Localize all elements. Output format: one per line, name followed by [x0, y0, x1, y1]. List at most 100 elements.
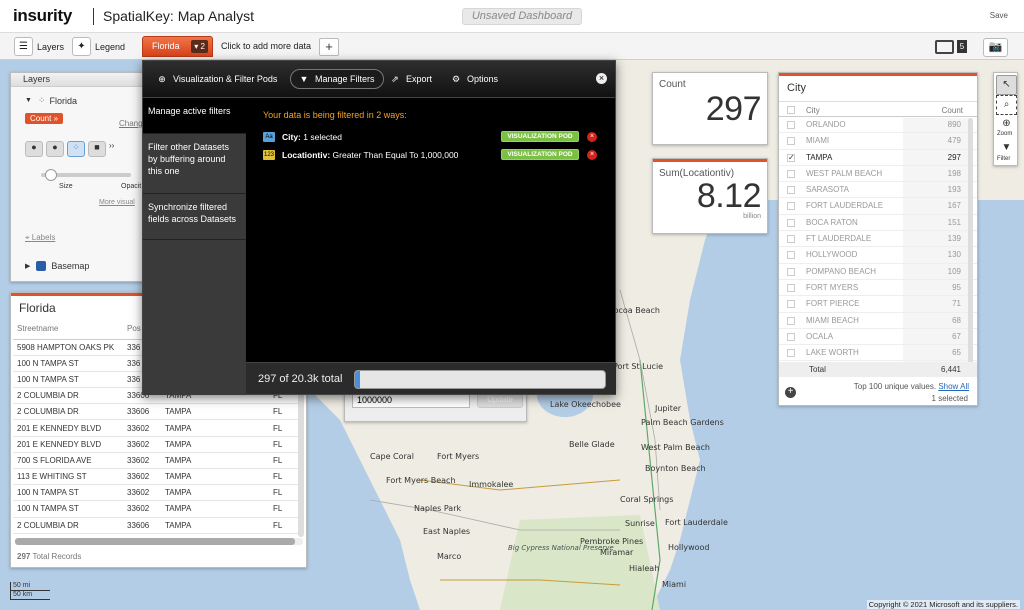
city-row[interactable]: MIAMI 479: [779, 133, 977, 150]
city-row[interactable]: FORT PIERCE 71: [779, 296, 977, 313]
visualization-pod-tag[interactable]: VISUALIZATION POD: [501, 131, 579, 142]
col-header-count[interactable]: Count: [942, 106, 963, 115]
city-row[interactable]: ORLANDO 890: [779, 117, 977, 134]
zoom-box-tool-icon[interactable]: ⌕: [996, 95, 1017, 115]
city-checkbox[interactable]: [787, 267, 795, 276]
city-checkbox[interactable]: [787, 218, 795, 227]
camera-icon[interactable]: 📷: [983, 38, 1008, 57]
nav-synchronize-fields[interactable]: Synchronize filtered fields across Datas…: [143, 194, 246, 240]
count-pod[interactable]: Count 297: [652, 72, 768, 145]
viz-type-badge[interactable]: Count »: [25, 113, 64, 124]
nav-buffer-filter[interactable]: Filter other Datasets by buffering aroun…: [143, 134, 246, 194]
city-checkbox[interactable]: [787, 235, 795, 244]
show-all-link[interactable]: Show All: [938, 382, 969, 391]
table-row[interactable]: 113 E WHITING ST 33602 TAMPA FL: [13, 468, 299, 486]
add-data-button[interactable]: +: [319, 38, 339, 56]
city-row[interactable]: LAKE WORTH 65: [779, 345, 977, 362]
city-checkbox[interactable]: [787, 186, 795, 195]
city-row[interactable]: MIAMI BEACH 68: [779, 313, 977, 329]
gear-icon: ⚙: [451, 74, 461, 84]
city-row[interactable]: OCALA 67: [779, 329, 977, 346]
city-checkbox[interactable]: [787, 121, 795, 129]
city-checkbox[interactable]: [787, 202, 795, 211]
screen-count[interactable]: 5: [957, 40, 967, 53]
tab-options[interactable]: ⚙ Options: [451, 69, 498, 89]
close-icon[interactable]: ×: [596, 73, 607, 84]
city-list-scrollbar[interactable]: [968, 118, 973, 364]
city-row[interactable]: POMPANO BEACH 109: [779, 264, 977, 280]
layer-item-florida[interactable]: ▼ ⁘ Florida: [25, 95, 77, 106]
dashboard-name-field[interactable]: Unsaved Dashboard: [462, 8, 582, 25]
city-row[interactable]: WEST PALM BEACH 198: [779, 166, 977, 183]
city-row[interactable]: BOCA RATON 151: [779, 215, 977, 232]
pointer-tool-icon[interactable]: ↖: [996, 75, 1017, 95]
city-checkbox[interactable]: [787, 137, 795, 146]
city-checkbox[interactable]: [787, 300, 795, 309]
city-checkbox[interactable]: [787, 332, 795, 341]
table-row[interactable]: 201 E KENNEDY BLVD 33602 TAMPA FL: [13, 419, 299, 437]
map-preserve-label: Big Cypress National Preserve: [508, 544, 614, 552]
table-row[interactable]: 2 COLUMBIA DR 33606 TAMPA FL: [13, 517, 299, 534]
city-row[interactable]: SARASOTA 193: [779, 182, 977, 199]
city-checkbox[interactable]: [787, 169, 795, 178]
tab-visualization-filter-pods[interactable]: ⊕ Visualization & Filter Pods: [157, 69, 277, 89]
city-row[interactable]: FORT LAUDERDALE 167: [779, 198, 977, 215]
dataset-tab-florida[interactable]: Florida ▾ 2: [142, 36, 213, 57]
table-row[interactable]: 201 E KENNEDY BLVD 33602 TAMPA FL: [13, 436, 299, 453]
city-count: 479: [947, 136, 961, 146]
cluster-icon[interactable]: ●: [46, 141, 64, 157]
city-row[interactable]: FT LAUDERDALE 139: [779, 231, 977, 248]
city-checkbox[interactable]: [787, 349, 795, 358]
table-cell: TAMPA: [161, 419, 269, 437]
more-visual-link[interactable]: More visual: [99, 199, 135, 206]
labels-link[interactable]: ⌖ Labels: [25, 233, 55, 243]
city-row[interactable]: HOLLYWOOD 130: [779, 247, 977, 264]
city-checkbox[interactable]: ✓: [787, 153, 795, 162]
sum-pod[interactable]: Sum(Locationtiv) 8.12 billion: [652, 158, 768, 234]
col-header-city[interactable]: City: [806, 106, 820, 115]
table-horizontal-scrollbar[interactable]: [15, 538, 303, 545]
add-icon[interactable]: +: [785, 387, 796, 398]
visualization-pod-tag[interactable]: VISUALIZATION POD: [501, 149, 579, 160]
city-checkbox[interactable]: [787, 283, 795, 292]
unique-values-text: Top 100 unique values.: [853, 382, 937, 391]
remove-filter-icon[interactable]: ×: [587, 132, 597, 142]
more-viz-icon[interactable]: ››: [109, 141, 114, 157]
header-divider: [93, 8, 94, 25]
grid-icon[interactable]: ■: [88, 141, 106, 157]
tab-manage-filters[interactable]: ▼ Manage Filters: [290, 69, 384, 89]
col-header-streetname[interactable]: Streetname: [13, 319, 123, 340]
city-row[interactable]: FORT MYERS 95: [779, 280, 977, 297]
city-count: 297: [947, 152, 961, 162]
layer-item-basemap[interactable]: ▶ Basemap: [25, 261, 89, 271]
heat-icon[interactable]: ●: [25, 141, 43, 157]
tab-export[interactable]: ⇗ Export: [390, 69, 432, 89]
nav-manage-active-filters[interactable]: Manage active filters: [143, 98, 246, 134]
save-button[interactable]: Save: [990, 11, 1008, 20]
city-name: LAKE WORTH: [806, 348, 859, 358]
city-checkbox[interactable]: [787, 316, 795, 325]
dots-viz-icon[interactable]: ⁘: [67, 141, 85, 157]
table-cell: 113 E WHITING ST: [13, 468, 123, 486]
map-place-label: Boynton Beach: [645, 464, 706, 473]
screen-layout-icon[interactable]: [935, 40, 954, 54]
table-row[interactable]: 2 COLUMBIA DR 33606 TAMPA FL: [13, 403, 299, 421]
layers-button[interactable]: ☰ Layers: [14, 37, 64, 56]
size-slider-handle[interactable]: [45, 169, 57, 181]
add-data-label[interactable]: Click to add more data: [221, 41, 311, 51]
total-value: 6,441: [940, 365, 961, 374]
table-cell: TAMPA: [161, 484, 269, 502]
layer-name: Florida: [49, 95, 77, 106]
select-all-checkbox[interactable]: [787, 106, 795, 114]
city-row[interactable]: ✓ TAMPA 297: [779, 150, 977, 166]
filtered-progress-bar: [354, 370, 606, 389]
filter-count-badge[interactable]: ▾ 2: [191, 40, 208, 53]
table-row[interactable]: 100 N TAMPA ST 33602 TAMPA FL: [13, 484, 299, 502]
legend-button[interactable]: ✦ Legend: [72, 37, 125, 56]
table-row[interactable]: 100 N TAMPA ST 33602 TAMPA FL: [13, 500, 299, 518]
table-row[interactable]: 700 S FLORIDA AVE 33602 TAMPA FL: [13, 452, 299, 470]
table-cell: 33606: [123, 403, 161, 421]
change-viz-link[interactable]: Chang: [119, 119, 143, 128]
city-checkbox[interactable]: [787, 251, 795, 260]
remove-filter-icon[interactable]: ×: [587, 150, 597, 160]
